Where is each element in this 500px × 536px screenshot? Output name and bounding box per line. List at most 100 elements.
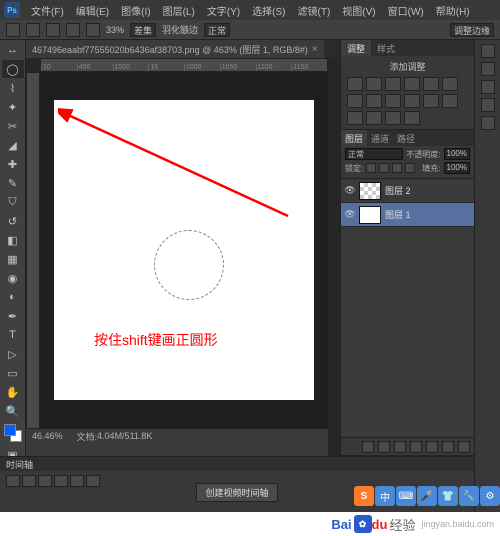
menu-help[interactable]: 帮助(H): [431, 3, 475, 18]
levels-icon[interactable]: [366, 77, 382, 91]
shape-tool[interactable]: ▭: [2, 364, 24, 382]
adjustments-tab[interactable]: 调整: [341, 40, 371, 56]
hand-tool[interactable]: ✋: [2, 383, 24, 401]
loop-icon[interactable]: [86, 475, 100, 487]
channels-tab[interactable]: 通道: [367, 130, 393, 146]
viewport[interactable]: 按住shift键画正圆形: [40, 72, 328, 428]
color-swatch[interactable]: [4, 424, 22, 442]
dodge-tool[interactable]: ◐: [2, 288, 24, 306]
type-tool[interactable]: T: [2, 326, 24, 344]
menu-view[interactable]: 视图(V): [337, 3, 380, 18]
collapsed-panel-icon[interactable]: [481, 80, 495, 94]
selection-mode[interactable]: 差集: [130, 23, 156, 37]
styles-tab[interactable]: 样式: [371, 40, 401, 56]
curves-icon[interactable]: [385, 77, 401, 91]
ime-zhong-icon[interactable]: 中: [375, 486, 395, 506]
prev-frame-icon[interactable]: [22, 475, 36, 487]
play-icon[interactable]: [38, 475, 52, 487]
menu-image[interactable]: 图像(I): [116, 3, 155, 18]
trash-icon[interactable]: [458, 441, 470, 453]
eyedropper-tool[interactable]: ◢: [2, 136, 24, 154]
menu-window[interactable]: 窗口(W): [383, 3, 429, 18]
opacity-input[interactable]: 100%: [444, 148, 470, 160]
sogou-icon[interactable]: S: [354, 486, 374, 506]
lasso-tool[interactable]: ⌇: [2, 79, 24, 97]
pen-tool[interactable]: ✒: [2, 307, 24, 325]
history-brush-tool[interactable]: ↺: [2, 212, 24, 230]
path-select-tool[interactable]: ▷: [2, 345, 24, 363]
invert-icon[interactable]: [442, 94, 458, 108]
ime-settings-icon[interactable]: ⚙: [480, 486, 500, 506]
hue-icon[interactable]: [442, 77, 458, 91]
selmode-add[interactable]: [46, 23, 60, 37]
link-icon[interactable]: [362, 441, 374, 453]
ime-mic-icon[interactable]: 🎤: [417, 486, 437, 506]
fx-icon[interactable]: [378, 441, 390, 453]
bw-icon[interactable]: [366, 94, 382, 108]
selmode-new[interactable]: [26, 23, 40, 37]
crop-tool[interactable]: ✂: [2, 117, 24, 135]
first-frame-icon[interactable]: [6, 475, 20, 487]
zoom-level[interactable]: 46.46%: [32, 431, 63, 441]
mask-icon[interactable]: [394, 441, 406, 453]
blend-mode-select[interactable]: 正常: [345, 148, 403, 160]
selmode-intersect[interactable]: [86, 23, 100, 37]
channelmixer-icon[interactable]: [404, 94, 420, 108]
timeline-tab[interactable]: 时间轴: [0, 457, 474, 471]
selmode-sub[interactable]: [66, 23, 80, 37]
collapsed-panel-icon[interactable]: [481, 44, 495, 58]
ime-keyboard-icon[interactable]: ⌨: [396, 486, 416, 506]
brightness-icon[interactable]: [347, 77, 363, 91]
blend-mode[interactable]: 正常: [204, 23, 230, 37]
posterize-icon[interactable]: [347, 111, 363, 125]
audio-icon[interactable]: [70, 475, 84, 487]
create-timeline-button[interactable]: 创建视频时间轴: [196, 483, 277, 502]
refine-edge-button[interactable]: 调整边缘: [450, 23, 494, 37]
marquee-tool[interactable]: ◯: [2, 60, 24, 78]
tool-preset-icon[interactable]: [6, 23, 20, 37]
next-frame-icon[interactable]: [54, 475, 68, 487]
menu-select[interactable]: 选择(S): [247, 3, 290, 18]
eraser-tool[interactable]: ◧: [2, 231, 24, 249]
menu-file[interactable]: 文件(F): [26, 3, 69, 18]
exposure-icon[interactable]: [404, 77, 420, 91]
ime-skin-icon[interactable]: 👕: [438, 486, 458, 506]
new-layer-icon[interactable]: [442, 441, 454, 453]
visibility-icon[interactable]: 👁: [341, 209, 359, 220]
colorbalance-icon[interactable]: [347, 94, 363, 108]
vibrance-icon[interactable]: [423, 77, 439, 91]
gradientmap-icon[interactable]: [385, 111, 401, 125]
group-icon[interactable]: [426, 441, 438, 453]
fg-color[interactable]: [4, 424, 16, 436]
layers-tab[interactable]: 图层: [341, 130, 367, 146]
lock-all-icon[interactable]: [405, 163, 415, 173]
lock-pixels-icon[interactable]: [379, 163, 389, 173]
colorlookup-icon[interactable]: [423, 94, 439, 108]
menu-edit[interactable]: 编辑(E): [71, 3, 114, 18]
layer-item[interactable]: 👁 图层 2: [341, 179, 474, 203]
adjustment-layer-icon[interactable]: [410, 441, 422, 453]
move-tool[interactable]: ↔: [2, 41, 24, 59]
collapsed-panel-icon[interactable]: [481, 98, 495, 112]
collapsed-panel-icon[interactable]: [481, 116, 495, 130]
stamp-tool[interactable]: ⛉: [2, 193, 24, 211]
document-tab[interactable]: 467496eaabf77555020b6436af38703.png @ 46…: [26, 40, 324, 58]
threshold-icon[interactable]: [366, 111, 382, 125]
close-tab-icon[interactable]: ×: [312, 44, 318, 55]
canvas[interactable]: 按住shift键画正圆形: [54, 100, 314, 400]
lock-transparency-icon[interactable]: [366, 163, 376, 173]
visibility-icon[interactable]: 👁: [341, 185, 359, 196]
layer-name[interactable]: 图层 1: [385, 208, 411, 221]
photofilter-icon[interactable]: [385, 94, 401, 108]
paths-tab[interactable]: 路径: [393, 130, 419, 146]
menu-filter[interactable]: 滤镜(T): [293, 3, 336, 18]
layer-thumbnail[interactable]: [359, 182, 381, 200]
ime-toolbox-icon[interactable]: 🔧: [459, 486, 479, 506]
heal-tool[interactable]: ✚: [2, 155, 24, 173]
layer-item[interactable]: 👁 图层 1: [341, 203, 474, 227]
gradient-tool[interactable]: ▦: [2, 250, 24, 268]
wand-tool[interactable]: ✦: [2, 98, 24, 116]
menu-layer[interactable]: 图层(L): [158, 3, 200, 18]
layer-name[interactable]: 图层 2: [385, 184, 411, 197]
fill-input[interactable]: 100%: [444, 162, 470, 174]
